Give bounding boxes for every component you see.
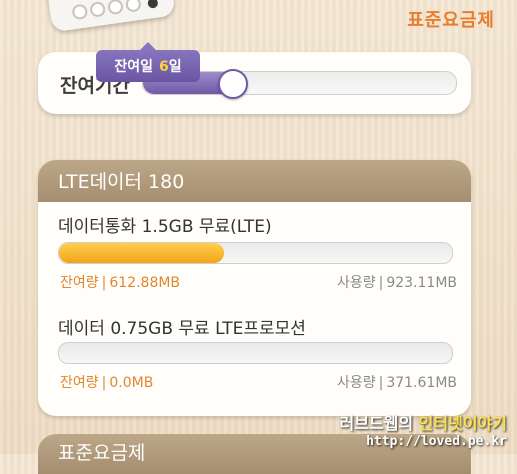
plan-name: 표준요금제	[407, 10, 495, 31]
remaining-value: 612.88MB	[109, 275, 181, 291]
remaining-days-prefix: 잔여일	[114, 59, 153, 75]
remaining-days-tooltip: 잔여일 6일	[96, 42, 200, 82]
remaining-days-suffix: 일	[168, 59, 182, 75]
data-usage-bar	[58, 242, 453, 264]
remaining-period-knob	[217, 69, 248, 99]
data-used: 사용량 | 923.11MB	[336, 275, 457, 291]
data-item-title: 데이터통화 1.5GB 무료(LTE)	[58, 217, 272, 237]
used-value: 923.11MB	[386, 275, 457, 291]
phone-dot	[124, 0, 142, 13]
phone-dot	[89, 0, 107, 18]
data-used: 사용량 | 371.61MB	[336, 375, 457, 391]
lte-data-card: LTE데이터 180 데이터통화 1.5GB 무료(LTE) 잔여량 | 612.8…	[38, 160, 471, 416]
phone-illustration	[44, 0, 176, 33]
remaining-days-value: 6	[159, 59, 169, 75]
used-label: 사용량	[336, 375, 376, 391]
watermark: 러브드웹의 인터넷이야기 http://loved.pe.kr	[340, 410, 508, 449]
data-remaining: 잔여량 | 0.0MB	[60, 375, 154, 391]
phone-dot	[147, 0, 159, 9]
used-label: 사용량	[336, 275, 376, 291]
watermark-url: http://loved.pe.kr	[366, 434, 507, 449]
remaining-label: 잔여량	[60, 275, 99, 291]
lte-data-title: LTE데이터 180	[38, 160, 471, 202]
phone-dot	[71, 3, 89, 21]
remaining-label: 잔여량	[60, 375, 99, 391]
data-usage-bar	[58, 342, 453, 364]
data-usage-fill	[59, 243, 225, 263]
data-remaining: 잔여량 | 612.88MB	[60, 275, 181, 291]
phone-dot	[107, 0, 124, 16]
watermark-highlight: 인터넷이야기	[418, 414, 507, 433]
used-value: 371.61MB	[386, 375, 457, 391]
watermark-text: 러브드웹의	[339, 414, 419, 433]
data-item-title: 데이터 0.75GB 무료 LTE프로모션	[58, 319, 306, 339]
remaining-value: 0.0MB	[109, 375, 154, 391]
